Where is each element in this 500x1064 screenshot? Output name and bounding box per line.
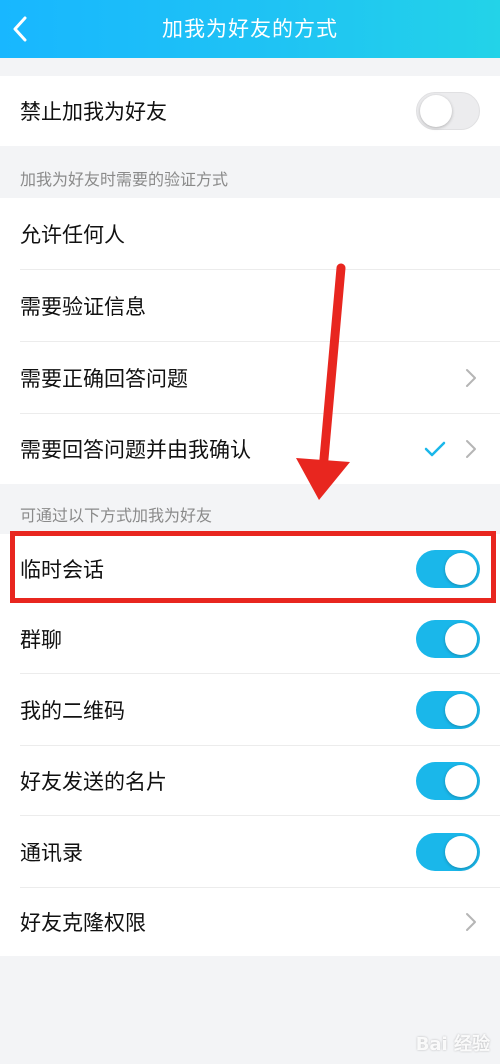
block-friend-requests-toggle[interactable] [416, 92, 480, 130]
source-label: 群聊 [20, 628, 62, 652]
source-group-chat-row: 群聊 [0, 604, 500, 674]
name-card-toggle[interactable] [416, 762, 480, 800]
verify-option-label: 允许任何人 [20, 223, 125, 247]
group-chat-toggle[interactable] [416, 620, 480, 658]
toggle-knob [420, 95, 452, 127]
source-temp-chat-row: 临时会话 [0, 534, 500, 604]
sources-section-title: 可通过以下方式加我为好友 [20, 506, 213, 525]
verify-option-label: 需要回答问题并由我确认 [20, 438, 251, 462]
back-button[interactable] [0, 0, 40, 58]
toggle-knob [445, 836, 477, 868]
source-label: 好友发送的名片 [20, 770, 167, 794]
source-qr-code-row: 我的二维码 [0, 674, 500, 746]
chevron-right-icon [466, 369, 476, 387]
source-label: 临时会话 [20, 558, 104, 582]
verify-option-message[interactable]: 需要验证信息 [0, 270, 500, 342]
qr-code-toggle[interactable] [416, 691, 480, 729]
verify-option-anyone[interactable]: 允许任何人 [0, 198, 500, 270]
source-label: 我的二维码 [20, 699, 125, 723]
clone-permission-label: 好友克隆权限 [20, 911, 146, 935]
toggle-knob [445, 694, 477, 726]
verify-option-label: 需要正确回答问题 [20, 367, 188, 391]
top-bar: 加我为好友的方式 [0, 0, 500, 58]
block-friend-requests-label: 禁止加我为好友 [20, 100, 167, 124]
source-contacts-row: 通讯录 [0, 816, 500, 888]
temp-chat-toggle[interactable] [416, 550, 480, 588]
source-name-card-row: 好友发送的名片 [0, 746, 500, 816]
verify-option-correct-answer[interactable]: 需要正确回答问题 [0, 342, 500, 414]
toggle-knob [445, 765, 477, 797]
block-friend-requests-row: 禁止加我为好友 [0, 76, 500, 146]
verify-section-title: 加我为好友时需要的验证方式 [20, 170, 229, 189]
chevron-right-icon [466, 440, 476, 458]
chevron-left-icon [13, 16, 27, 42]
chevron-right-icon [466, 913, 476, 931]
watermark: Bai 经验 [415, 1034, 490, 1055]
verify-option-label: 需要验证信息 [20, 295, 146, 319]
checkmark-icon [424, 441, 446, 457]
contacts-toggle[interactable] [416, 833, 480, 871]
toggle-knob [445, 623, 477, 655]
page-title: 加我为好友的方式 [162, 17, 338, 41]
toggle-knob [445, 553, 477, 585]
verify-option-answer-and-confirm[interactable]: 需要回答问题并由我确认 [0, 414, 500, 484]
clone-permission-row[interactable]: 好友克隆权限 [0, 888, 500, 956]
source-label: 通讯录 [20, 841, 83, 865]
